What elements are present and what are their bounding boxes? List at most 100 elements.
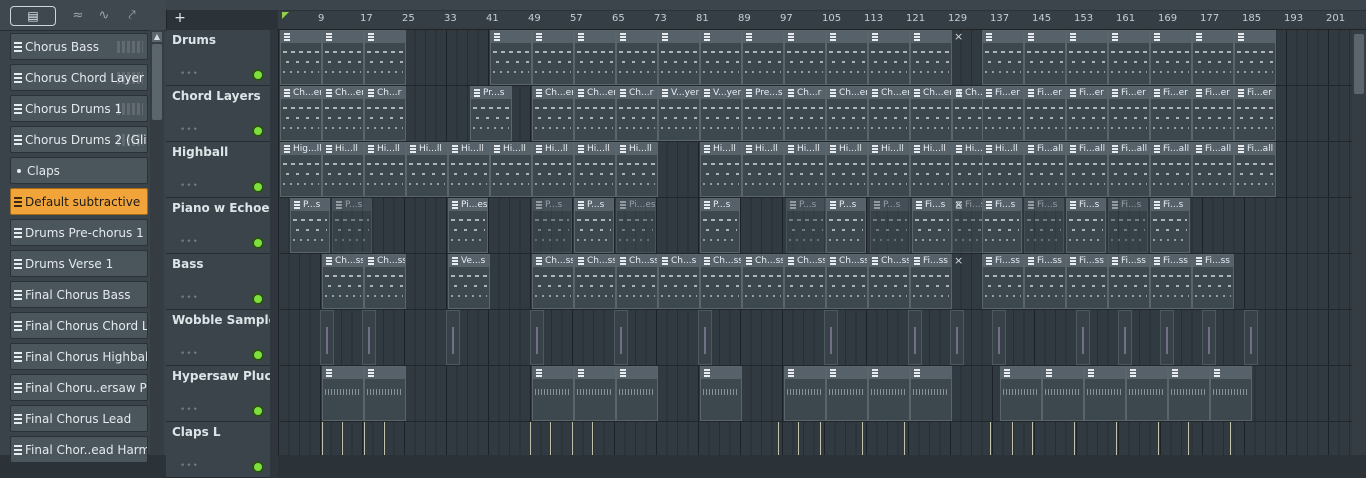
- pattern-clip[interactable]: Fi...ss: [1192, 254, 1234, 309]
- track-header[interactable]: Claps L •••: [166, 422, 270, 478]
- pattern-clip[interactable]: Ch...er: [322, 86, 364, 141]
- pattern-clip[interactable]: Ch...ss: [826, 254, 868, 309]
- track-header[interactable]: Chord Layers •••: [166, 86, 270, 142]
- scrollbar-thumb[interactable]: [152, 44, 162, 120]
- pattern-clip[interactable]: Fi...s: [1066, 198, 1106, 253]
- pattern-clip[interactable]: V...yer: [700, 86, 742, 141]
- pattern-clip[interactable]: [950, 310, 964, 365]
- pattern-clip[interactable]: [532, 30, 574, 85]
- pattern-clip[interactable]: Ch...ss: [784, 254, 826, 309]
- close-icon[interactable]: ×: [954, 30, 963, 43]
- pattern-clip[interactable]: Ch...ss: [742, 254, 784, 309]
- pattern-clip[interactable]: Hi...ll: [700, 142, 742, 197]
- pattern-clip[interactable]: Hi...ll: [826, 142, 868, 197]
- pattern-clip[interactable]: P...s: [290, 198, 330, 253]
- pattern-clip[interactable]: [1150, 30, 1192, 85]
- track-grip-icon[interactable]: •••: [180, 125, 199, 135]
- pattern-clip[interactable]: Fi...s: [1150, 198, 1190, 253]
- pattern-clip[interactable]: [1114, 422, 1119, 455]
- pattern-clip[interactable]: [698, 310, 712, 365]
- pattern-clip[interactable]: [382, 422, 387, 455]
- track-header[interactable]: Wobble Sample •••: [166, 310, 277, 366]
- track-lane[interactable]: Hig...ll Hi...ll Hi...ll Hi...ll Hi...ll Hi..…: [278, 142, 1366, 198]
- playlist-scrollbar[interactable]: [1352, 30, 1366, 455]
- pattern-item[interactable]: Claps: [10, 157, 148, 184]
- track-grip-icon[interactable]: •••: [180, 349, 199, 359]
- pattern-clip[interactable]: [1000, 366, 1042, 421]
- pattern-clip[interactable]: [616, 30, 658, 85]
- pattern-clip[interactable]: P...s: [826, 198, 866, 253]
- scrollbar-thumb[interactable]: [1354, 34, 1364, 94]
- pattern-clip[interactable]: [868, 366, 910, 421]
- pattern-clip[interactable]: [826, 30, 868, 85]
- pattern-clip[interactable]: Ch...r: [364, 86, 406, 141]
- pattern-clip[interactable]: [1126, 366, 1168, 421]
- pattern-clip[interactable]: [530, 310, 544, 365]
- pattern-clip[interactable]: Fi...er: [1066, 86, 1108, 141]
- pattern-clip[interactable]: P...s: [532, 198, 572, 253]
- pattern-clip[interactable]: [658, 30, 700, 85]
- automation-icon[interactable]: ⤤: [120, 6, 144, 24]
- track-lane[interactable]: ×: [278, 30, 1366, 86]
- track-resize-strip[interactable]: [270, 254, 278, 310]
- pattern-clip[interactable]: [1108, 30, 1150, 85]
- pattern-clip[interactable]: Ch...ss: [868, 254, 910, 309]
- pattern-clip[interactable]: Ch...er: [574, 86, 616, 141]
- pattern-clip[interactable]: [742, 30, 784, 85]
- add-track-button[interactable]: +: [172, 10, 188, 26]
- track-header[interactable]: Bass •••: [166, 254, 270, 310]
- scroll-up-icon[interactable]: ▲: [152, 32, 162, 42]
- mute-led-icon[interactable]: [254, 351, 262, 359]
- close-icon[interactable]: ×: [954, 254, 963, 267]
- close-icon[interactable]: ×: [954, 198, 963, 211]
- pattern-clip[interactable]: Ch...er: [532, 86, 574, 141]
- pattern-item[interactable]: Chorus Chord Layer: [10, 64, 148, 91]
- wave-icon[interactable]: ≈: [66, 6, 90, 24]
- pattern-clip[interactable]: Fi...er: [1150, 86, 1192, 141]
- pattern-clip[interactable]: Hig...ll: [280, 142, 322, 197]
- pattern-clip[interactable]: [616, 366, 658, 421]
- pattern-clip[interactable]: Ch...r: [616, 86, 658, 141]
- pattern-clip[interactable]: [1066, 30, 1108, 85]
- pattern-clip[interactable]: Hi...ll: [982, 142, 1024, 197]
- mute-led-icon[interactable]: [254, 183, 262, 191]
- pattern-clip[interactable]: [908, 310, 922, 365]
- pattern-clip[interactable]: [796, 422, 801, 455]
- playlist-grid[interactable]: × Ch...er Ch...er Ch...r Pr...s Ch...er Ch...e…: [278, 30, 1366, 455]
- track-resize-strip[interactable]: [270, 142, 278, 198]
- pattern-clip[interactable]: [1210, 366, 1252, 421]
- pattern-clip[interactable]: P...s: [700, 198, 740, 253]
- pattern-clip[interactable]: Ch...er: [280, 86, 322, 141]
- pattern-clip[interactable]: [1076, 310, 1090, 365]
- pattern-clip[interactable]: Hi...ll: [616, 142, 658, 197]
- track-resize-strip[interactable]: [270, 310, 278, 366]
- pattern-clip[interactable]: [446, 310, 460, 365]
- pattern-clip[interactable]: Ch...ss: [616, 254, 658, 309]
- pattern-clip[interactable]: Fi...all: [1108, 142, 1150, 197]
- pattern-select-button[interactable]: ▤: [10, 6, 56, 26]
- pattern-clip[interactable]: [902, 422, 907, 455]
- waveform-icon[interactable]: ∿: [92, 6, 116, 24]
- pattern-item[interactable]: Drums Pre-chorus 1: [10, 219, 148, 246]
- pattern-clip[interactable]: Fi...ss: [1024, 254, 1066, 309]
- pattern-clip[interactable]: [320, 422, 325, 455]
- pattern-item[interactable]: Final Chorus Bass: [10, 281, 148, 308]
- pattern-clip[interactable]: [320, 310, 334, 365]
- track-header[interactable]: Highball •••: [166, 142, 270, 198]
- pattern-clip[interactable]: [1168, 366, 1210, 421]
- mute-led-icon[interactable]: [254, 407, 262, 415]
- pattern-clip[interactable]: Fi...ss: [1150, 254, 1192, 309]
- pattern-clip[interactable]: [1156, 422, 1161, 455]
- pattern-clip[interactable]: Hi...ll: [532, 142, 574, 197]
- pattern-clip[interactable]: [362, 310, 376, 365]
- pattern-clip[interactable]: Fi...all: [1150, 142, 1192, 197]
- pattern-clip[interactable]: Hi...ll: [322, 142, 364, 197]
- pattern-clip[interactable]: Ch...er: [868, 86, 910, 141]
- pattern-clip[interactable]: [322, 30, 364, 85]
- pattern-clip[interactable]: Pr...s: [470, 86, 512, 141]
- pattern-clip[interactable]: Pi...es: [448, 198, 488, 253]
- pattern-clip[interactable]: Hi...ll: [490, 142, 532, 197]
- pattern-clip[interactable]: [818, 422, 823, 455]
- pattern-clip[interactable]: [322, 366, 364, 421]
- mute-led-icon[interactable]: [254, 71, 262, 79]
